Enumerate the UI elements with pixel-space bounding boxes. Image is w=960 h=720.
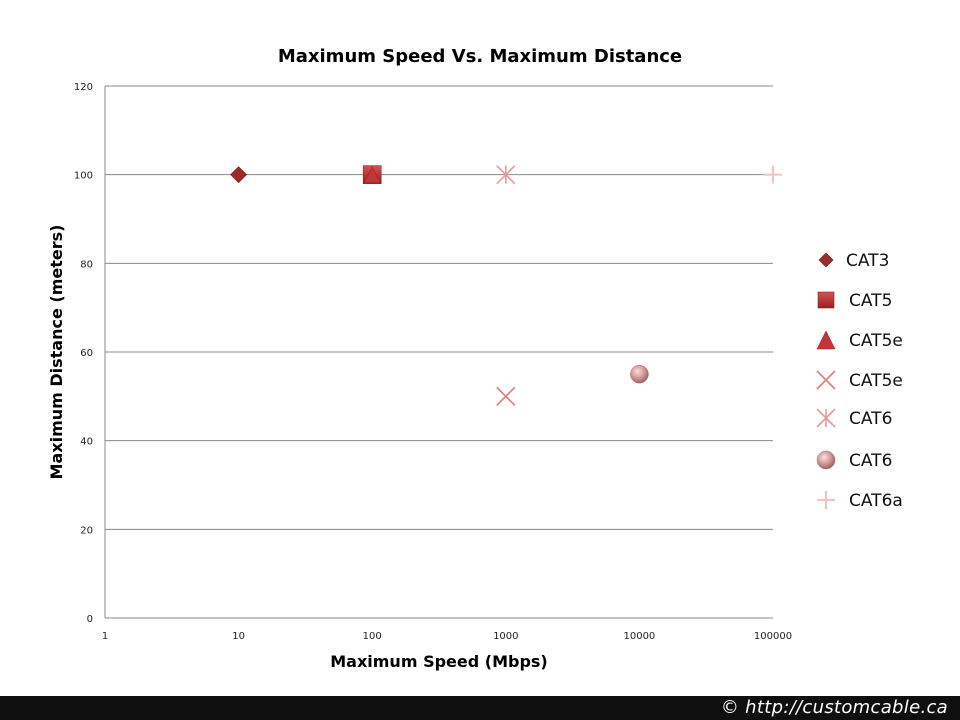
y-tick-labels: 0 20 40 60 80 100 120	[74, 82, 93, 625]
footer-bar: © http://customcable.ca	[0, 696, 960, 720]
chart-title: Maximum Speed Vs. Maximum Distance	[278, 46, 682, 67]
legend-item: CAT3	[818, 251, 889, 271]
x-tick-label: 1	[102, 631, 108, 642]
legend-item: CAT6a	[817, 491, 903, 511]
legend-marker-diamond-icon	[818, 252, 834, 268]
data-point-cat5e-x	[496, 386, 516, 406]
legend: CAT3 CAT5 CAT5e CAT5e CAT6 CAT6 CAT6a	[816, 251, 903, 511]
y-tick-label: 100	[74, 171, 93, 182]
legend-marker-circle-icon	[816, 450, 836, 470]
legend-marker-triangle-icon	[816, 330, 836, 350]
legend-item: CAT5e	[816, 370, 903, 391]
y-tick-label: 40	[80, 437, 93, 448]
data-point-cat6a-plus	[764, 165, 782, 184]
legend-label: CAT6	[849, 451, 892, 471]
y-tick-label: 80	[80, 259, 93, 270]
legend-label: CAT5	[849, 291, 892, 311]
x-tick-labels: 1 10 100 1000 10000 100000	[102, 631, 792, 642]
legend-label: CAT6	[849, 409, 892, 429]
data-point-cat6-circle	[630, 364, 649, 384]
y-tick-label: 60	[80, 348, 93, 359]
data-point-cat3-diamond	[230, 166, 248, 184]
y-axis-title: Maximum Distance (meters)	[47, 225, 66, 480]
x-tick-label: 10000	[623, 631, 655, 642]
legend-label: CAT5e	[849, 331, 903, 351]
legend-item: CAT5	[817, 291, 892, 311]
legend-item: CAT6	[816, 450, 892, 471]
copyright-link[interactable]: © http://customcable.ca	[721, 697, 948, 718]
legend-marker-plus-icon	[817, 491, 835, 509]
x-tick-label: 1000	[493, 631, 518, 642]
legend-marker-x-icon	[816, 370, 836, 390]
gridlines	[105, 85, 773, 530]
legend-item: CAT5e	[816, 330, 903, 351]
legend-label: CAT5e	[849, 371, 903, 391]
legend-marker-asterisk-icon	[816, 408, 836, 428]
data-points	[230, 165, 782, 406]
y-tick-label: 20	[80, 525, 93, 536]
x-tick-label: 100	[363, 631, 382, 642]
legend-label: CAT3	[846, 251, 889, 271]
legend-item: CAT6	[816, 408, 892, 429]
scatter-chart: Maximum Speed Vs. Maximum Distance 0 20 40…	[47, 46, 903, 671]
x-tick-label: 100000	[754, 631, 792, 642]
x-tick-label: 10	[232, 631, 245, 642]
x-axis-title: Maximum Speed (Mbps)	[330, 652, 548, 671]
legend-marker-square-icon	[817, 291, 835, 309]
y-tick-label: 0	[87, 614, 93, 625]
legend-label: CAT6a	[849, 491, 903, 511]
y-tick-label: 120	[74, 82, 93, 93]
